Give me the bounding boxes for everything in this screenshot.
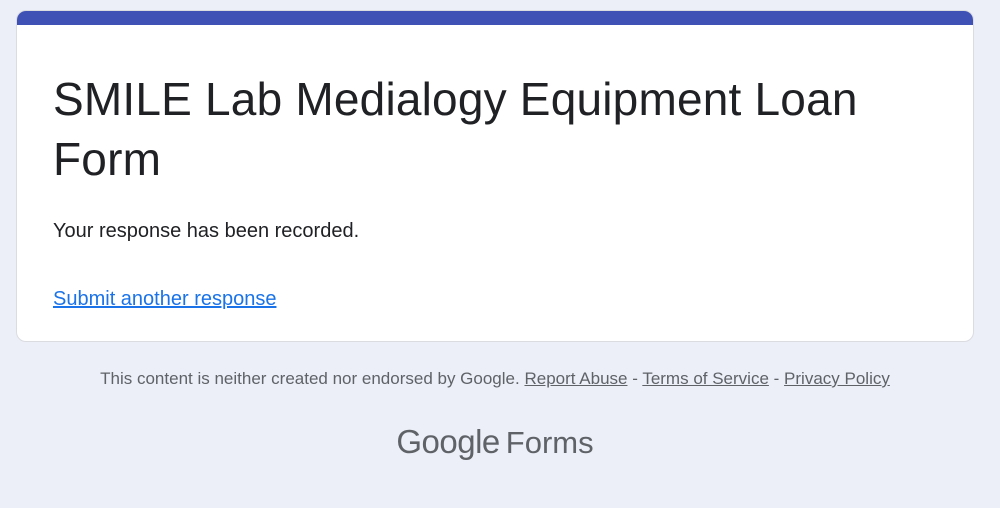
- forms-wordmark: Forms: [505, 425, 594, 460]
- card-accent-bar: [17, 11, 973, 25]
- google-wordmark: Google: [396, 423, 500, 460]
- terms-of-service-link[interactable]: Terms of Service: [642, 369, 769, 388]
- confirmation-message: Your response has been recorded.: [53, 220, 360, 242]
- google-forms-logo[interactable]: Google Forms: [0, 420, 990, 465]
- footer: This content is neither created nor endo…: [0, 367, 990, 391]
- confirmation-card: SMILE Lab Medialogy Equipment Loan Form …: [16, 10, 974, 342]
- footer-separator: -: [773, 369, 780, 388]
- privacy-policy-link[interactable]: Privacy Policy: [784, 369, 890, 388]
- page: SMILE Lab Medialogy Equipment Loan Form …: [0, 0, 1000, 508]
- footer-separator: -: [632, 369, 638, 388]
- form-title: SMILE Lab Medialogy Equipment Loan Form: [53, 73, 858, 185]
- card-body: SMILE Lab Medialogy Equipment Loan Form …: [53, 69, 933, 313]
- footer-disclaimer: This content is neither created nor endo…: [100, 369, 520, 388]
- submit-another-response-link[interactable]: Submit another response: [53, 285, 276, 313]
- report-abuse-link[interactable]: Report Abuse: [524, 369, 627, 388]
